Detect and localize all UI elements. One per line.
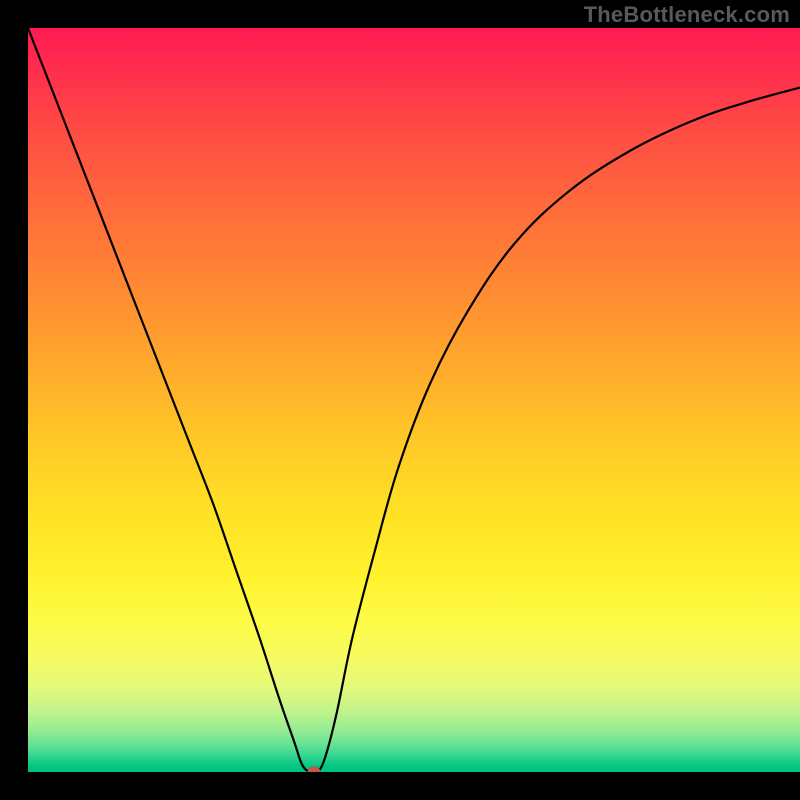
- optimum-marker: [307, 767, 320, 773]
- chart-frame: TheBottleneck.com: [0, 0, 800, 800]
- watermark-text: TheBottleneck.com: [584, 2, 790, 28]
- gradient-background: [28, 28, 800, 772]
- plot-area: [28, 28, 800, 772]
